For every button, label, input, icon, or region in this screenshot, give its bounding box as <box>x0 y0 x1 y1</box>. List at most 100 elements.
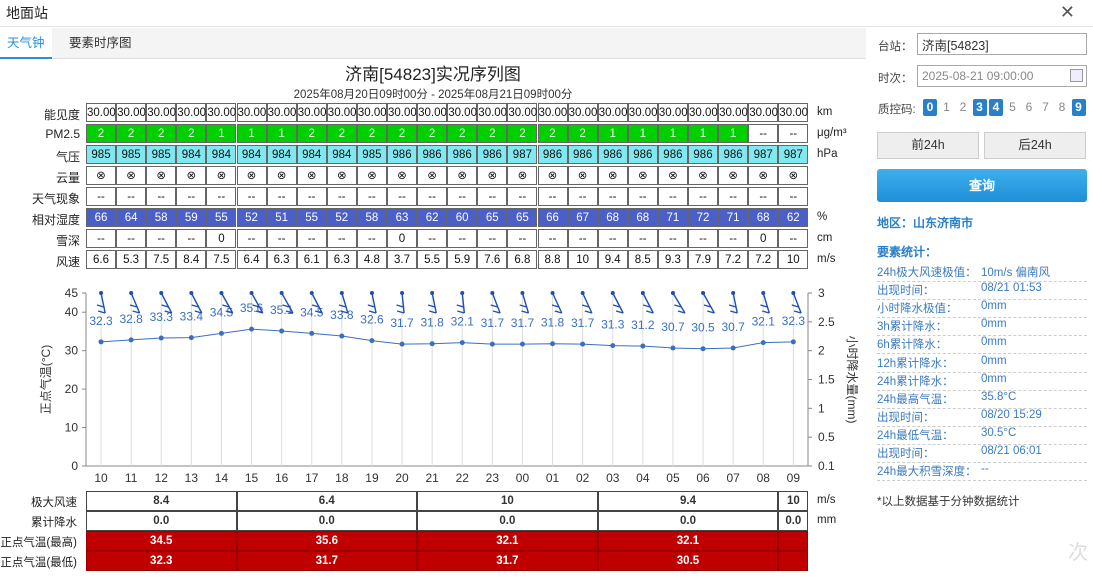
summary-cell: 9.4 <box>597 491 779 511</box>
grid-cell: 7.5 <box>146 250 177 269</box>
grid-cell: 30.00 <box>356 103 387 122</box>
y-tick-label: 30 <box>65 344 79 358</box>
next-24h-button[interactable]: 后24h <box>984 132 1086 159</box>
summary-table: 极大风速 8.4 6.4 10 9.4 10 m/s 累计降水 0.0 0.0 0.0 0.0 0.0 m… <box>0 491 866 579</box>
grid-cell: 1 <box>718 124 749 143</box>
temperature-label: 30.5 <box>691 321 715 335</box>
temperature-point <box>760 340 766 346</box>
time-input[interactable] <box>917 65 1087 87</box>
qc-code-toggle[interactable]: 3 <box>972 99 987 116</box>
summary-row-label: 正点气温(最高) <box>0 537 77 549</box>
x-tick-label: 04 <box>636 471 650 485</box>
grid-cell: 10 <box>567 250 598 269</box>
weather-clock-grid: 能见度 30.00 30.00 30.00 30.00 30.00 30.00 30.00 30… <box>0 103 866 271</box>
qc-code-toggle[interactable]: 4 <box>989 99 1003 116</box>
grid-cell: 30.00 <box>778 103 809 122</box>
grid-cell: 6.4 <box>236 250 267 269</box>
qc-code-toggle[interactable]: 5 <box>1006 99 1020 116</box>
temperature-point <box>610 343 616 349</box>
grid-cell: -- <box>387 187 417 206</box>
qc-code-toggle[interactable]: 9 <box>1071 99 1086 116</box>
tab-weather-clock[interactable]: 天气钟 <box>0 28 52 59</box>
temperature-point <box>580 341 586 347</box>
summary-cell: 34.5 <box>86 531 237 551</box>
qc-code-toggle[interactable]: 7 <box>1039 99 1053 116</box>
grid-cell: 59 <box>176 208 207 227</box>
tab-bar: 天气钟 要素时序图 <box>0 28 866 59</box>
grid-row-label: 雪深 <box>55 234 80 248</box>
stat-key: 出现时间： <box>877 285 935 298</box>
grid-cell: -- <box>116 187 147 206</box>
y2-tick-label: 3 <box>818 286 825 300</box>
grid-cell: 2 <box>477 124 508 143</box>
prev-24h-button[interactable]: 前24h <box>877 132 979 159</box>
region-text: 地区：山东济南市 <box>877 216 974 230</box>
stat-key: 24h累计降水： <box>877 375 954 388</box>
grid-cell: 1 <box>627 124 658 143</box>
grid-cell: -- <box>266 187 297 206</box>
grid-cell: -- <box>146 187 177 206</box>
grid-cell: 7.5 <box>206 250 237 269</box>
x-tick-label: 19 <box>365 471 379 485</box>
grid-cell: 30.00 <box>477 103 508 122</box>
temperature-label: 35.1 <box>270 303 294 317</box>
temperature-chart: 10 11 12 13 14 15 16 17 18 19 20 21 22 23 00 01 02 03 04 05… <box>0 285 866 490</box>
temperature-label: 32.6 <box>360 313 384 327</box>
station-input[interactable] <box>917 33 1087 55</box>
grid-cell: 985 <box>116 145 147 164</box>
temperature-line <box>101 328 794 350</box>
temperature-point <box>158 335 164 341</box>
stat-value: 08/21 01:53 <box>981 282 1042 295</box>
grid-cell: 9.4 <box>597 250 628 269</box>
grid-cell: 5.3 <box>116 250 147 269</box>
grid-cell: -- <box>236 229 267 248</box>
temperature-point <box>640 343 646 349</box>
temperature-point <box>279 328 285 334</box>
wind-barb <box>490 291 501 314</box>
temperature-label: 32.1 <box>451 315 475 329</box>
stat-value: -- <box>981 463 989 476</box>
grid-cell: ⊗ <box>447 166 478 185</box>
stat-row: 出现时间： 08/21 06:01 <box>877 445 1087 463</box>
grid-cell: -- <box>86 187 116 206</box>
window-titlebar: 地面站 ✕ <box>0 0 1093 27</box>
summary-row-unit: mm <box>817 514 837 526</box>
query-button[interactable]: 查询 <box>877 169 1087 202</box>
grid-cell: 30.00 <box>146 103 177 122</box>
grid-cell: -- <box>326 187 357 206</box>
time-label: 时次： <box>878 73 913 85</box>
qc-code-toggle[interactable]: 0 <box>923 99 937 116</box>
wind-barb <box>396 291 405 314</box>
y2-axis-label: 小时降水量(mm) <box>845 336 859 424</box>
y-tick-label: 45 <box>65 286 79 300</box>
qc-code-toggle[interactable]: 1 <box>940 99 954 116</box>
close-icon[interactable]: ✕ <box>1060 2 1075 23</box>
grid-cell: 71 <box>718 208 749 227</box>
grid-cell: 30.00 <box>296 103 327 122</box>
grid-cell: ⊗ <box>627 166 658 185</box>
grid-row-unit: % <box>817 211 828 223</box>
qc-code-toggle[interactable]: 6 <box>1022 99 1036 116</box>
grid-cell: 30.00 <box>657 103 688 122</box>
tab-element-timeseries[interactable]: 要素时序图 <box>62 28 139 59</box>
grid-row-unit: cm <box>817 232 833 244</box>
grid-cell: 30.00 <box>206 103 237 122</box>
stat-row: 24h最低气温： 30.5°C <box>877 427 1087 445</box>
grid-cell: 2 <box>116 124 147 143</box>
temperature-label: 30.7 <box>661 320 685 334</box>
qc-code-toggle[interactable]: 8 <box>1055 99 1069 116</box>
grid-row-label: PM2.5 <box>45 127 80 141</box>
grid-cell: 62 <box>417 208 448 227</box>
summary-row-unit: m/s <box>817 494 836 506</box>
qc-code-toggle[interactable]: 2 <box>956 99 970 116</box>
grid-cell: ⊗ <box>296 166 327 185</box>
grid-row-label: 能见度 <box>43 108 80 122</box>
calendar-icon[interactable] <box>1070 69 1083 82</box>
grid-cell: -- <box>627 187 658 206</box>
grid-cell: ⊗ <box>718 166 749 185</box>
temperature-point <box>369 338 375 344</box>
grid-cell: 30.00 <box>86 103 116 122</box>
grid-cell: 3.7 <box>387 250 417 269</box>
grid-cell: -- <box>537 187 568 206</box>
grid-cell: -- <box>266 229 297 248</box>
